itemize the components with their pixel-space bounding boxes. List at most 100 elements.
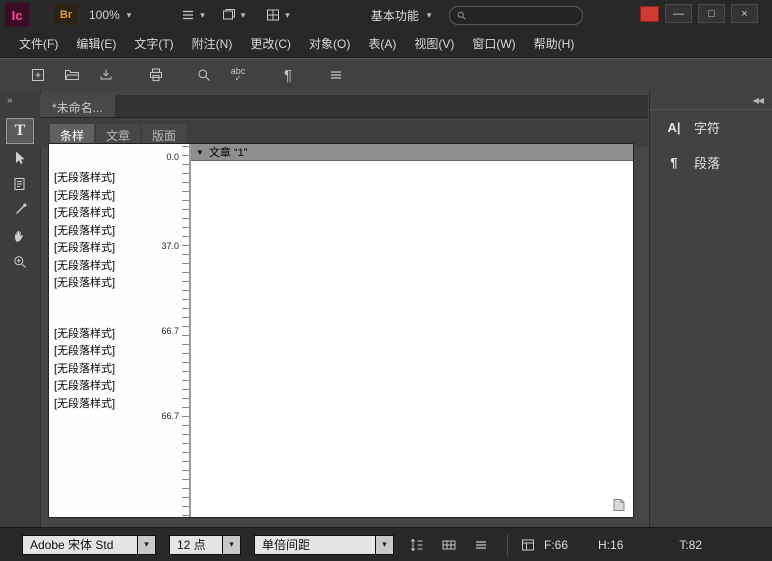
type-tool-icon: T <box>15 122 26 140</box>
paragraph-style-label: [无段落样式] <box>49 188 147 206</box>
printer-icon <box>148 67 164 83</box>
search-icon <box>456 10 467 21</box>
screen-mode-dropdown[interactable]: ▾ <box>218 5 249 25</box>
minimize-button[interactable]: — <box>665 4 692 23</box>
chevron-down-icon: ▾ <box>127 10 132 21</box>
paragraph-style-label: [无段落样式] <box>49 205 147 223</box>
red-window-button[interactable] <box>640 6 659 22</box>
info-table-icon <box>520 537 536 553</box>
statusbar-menu-button[interactable] <box>471 535 491 555</box>
word-count-button[interactable] <box>518 535 538 555</box>
depth-marker: 0.0 <box>166 152 179 162</box>
arrange-documents-icon <box>265 7 281 23</box>
depth-marker: 37.0 <box>161 241 179 251</box>
paragraph-panel-button[interactable]: ¶ 段落 <box>650 145 772 180</box>
document-tab[interactable]: *未命名... <box>40 95 115 117</box>
zoom-tool[interactable] <box>7 250 33 274</box>
collapse-triangle-icon[interactable]: ▼ <box>196 148 204 157</box>
menu-view[interactable]: 视图(V) <box>405 30 463 57</box>
incopy-logo: Ic <box>5 3 29 27</box>
character-panel-button[interactable]: A| 字符 <box>650 110 772 145</box>
chevron-down-icon[interactable]: ▾ <box>376 535 394 555</box>
view-options-dropdown[interactable]: ▾ <box>177 5 208 25</box>
story-panel: ▼ 文章 “1” <box>191 143 634 518</box>
arrange-documents-dropdown[interactable]: ▾ <box>262 5 293 25</box>
dock-header: ◀◀ <box>650 91 772 110</box>
menu-window[interactable]: 窗口(W) <box>463 30 524 57</box>
hand-icon <box>12 228 28 244</box>
font-family-value: Adobe 宋体 Std <box>22 535 138 555</box>
story-text-area[interactable] <box>191 161 633 517</box>
find-button[interactable] <box>192 63 216 87</box>
menu-help[interactable]: 帮助(H) <box>525 30 584 57</box>
save-button[interactable] <box>94 63 118 87</box>
chevron-down-icon[interactable]: ▾ <box>138 535 156 555</box>
show-hidden-characters-button[interactable]: ¶ <box>276 63 300 87</box>
maximize-button[interactable]: □ <box>698 4 725 23</box>
note-tool[interactable] <box>7 172 33 196</box>
leading-button[interactable] <box>407 535 427 555</box>
paragraph-style-label: [无段落样式] <box>49 223 147 241</box>
close-button[interactable]: × <box>731 4 758 23</box>
window-controls: — □ × <box>640 4 758 23</box>
spell-check-button[interactable]: abc ✓ <box>226 63 250 87</box>
zoom-level-dropdown[interactable]: 100% ▾ <box>89 8 131 22</box>
workspace-switcher[interactable]: 基本功能 ▾ <box>371 7 432 24</box>
chevron-down-icon: ▾ <box>427 10 432 21</box>
line-spacing-select[interactable]: 单倍间距 ▾ <box>254 535 394 555</box>
position-tool[interactable] <box>7 146 33 170</box>
eyedropper-tool[interactable] <box>7 198 33 222</box>
menu-bar: 文件(F) 编辑(E) 文字(T) 附注(N) 更改(C) 对象(O) 表(A)… <box>0 30 772 58</box>
story-header: ▼ 文章 “1” <box>191 144 633 161</box>
zoom-icon <box>12 254 28 270</box>
hamburger-icon <box>328 67 344 83</box>
paragraph-style-label: [无段落样式] <box>49 343 147 361</box>
open-button[interactable] <box>60 63 84 87</box>
new-document-button[interactable] <box>26 63 50 87</box>
character-panel-icon: A| <box>664 120 684 135</box>
cursor-arrow-icon <box>12 150 28 166</box>
leading-icon <box>409 537 425 553</box>
tool-list: T <box>0 118 40 274</box>
search-input[interactable] <box>471 8 563 22</box>
title-bar: Ic Br 100% ▾ ▾ ▾ ▾ 基本功能 ▾ <box>0 0 772 30</box>
divider <box>507 534 508 556</box>
galley-gap <box>49 293 147 326</box>
font-size-value: 12 点 <box>169 535 223 555</box>
grid-view-button[interactable] <box>439 535 459 555</box>
application-toolbar: abc ✓ ¶ <box>0 58 772 92</box>
font-family-select[interactable]: Adobe 宋体 Std ▾ <box>22 535 156 555</box>
galley-panel[interactable]: [无段落样式] [无段落样式] [无段落样式] [无段落样式] [无段落样式] … <box>48 143 189 518</box>
line-spacing-value: 单倍间距 <box>254 535 376 555</box>
toolbar-menu-button[interactable] <box>324 63 348 87</box>
chevron-down-icon[interactable]: ▾ <box>223 535 241 555</box>
incopy-window: Ic Br 100% ▾ ▾ ▾ ▾ 基本功能 ▾ <box>0 0 772 561</box>
menu-object[interactable]: 对象(O) <box>300 30 359 57</box>
view-options-icon <box>180 7 196 23</box>
menu-changes[interactable]: 更改(C) <box>241 30 300 57</box>
menu-edit[interactable]: 编辑(E) <box>67 30 125 57</box>
bridge-button[interactable]: Br <box>55 5 77 25</box>
new-document-icon <box>30 67 46 83</box>
paragraph-panel-icon: ¶ <box>664 155 684 170</box>
paragraph-style-label: [无段落样式] <box>49 170 147 188</box>
chevron-down-icon: ▾ <box>241 10 246 21</box>
menu-table[interactable]: 表(A) <box>359 30 405 57</box>
dock-expand-button[interactable]: ◀◀ <box>753 96 763 105</box>
menu-notes[interactable]: 附注(N) <box>183 30 242 57</box>
print-button[interactable] <box>144 63 168 87</box>
check-icon: ✓ <box>235 75 242 83</box>
hand-tool[interactable] <box>7 224 33 248</box>
tools-panel-expand-button[interactable]: » <box>0 91 40 106</box>
story-title: 文章 “1” <box>209 144 248 160</box>
depth-ruler: 0.0 37.0 66.7 66.7 <box>147 144 189 517</box>
menu-file[interactable]: 文件(F) <box>10 30 67 57</box>
search-box[interactable] <box>449 6 583 25</box>
menu-type[interactable]: 文字(T) <box>125 30 182 57</box>
word-count: T:82 <box>679 538 702 552</box>
type-tool[interactable]: T <box>6 118 34 144</box>
paragraph-style-label: [无段落样式] <box>49 361 147 379</box>
footnote-count: F:66 <box>544 538 568 552</box>
font-size-select[interactable]: 12 点 ▾ <box>169 535 241 555</box>
paragraph-panel-label: 段落 <box>694 153 720 172</box>
